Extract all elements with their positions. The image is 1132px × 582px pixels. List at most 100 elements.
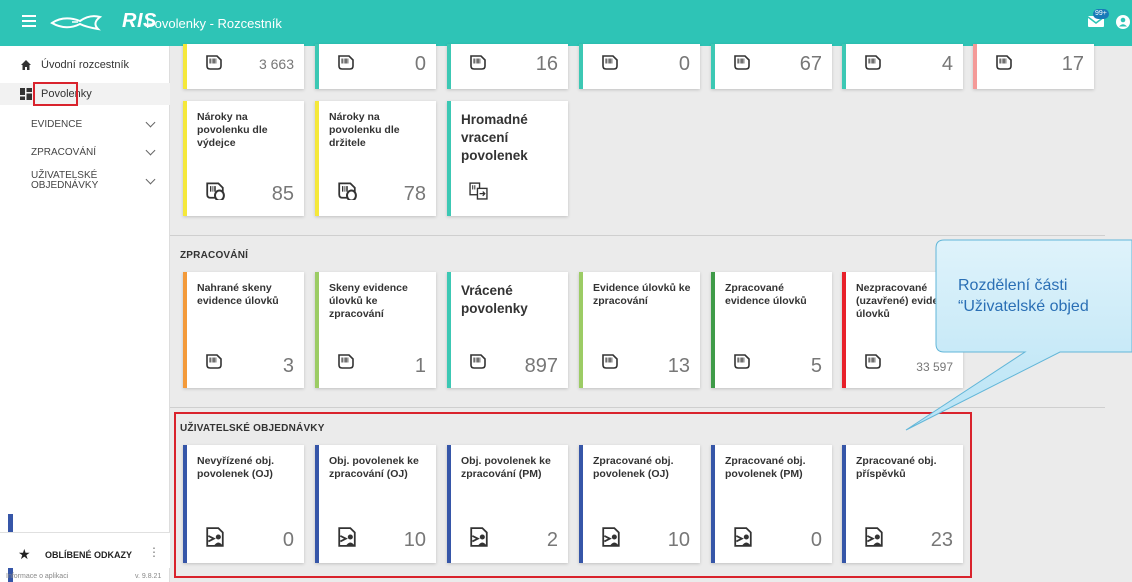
- ticket-icon: [734, 354, 750, 369]
- order-icon: [865, 527, 883, 547]
- dashboard-card[interactable]: 0: [315, 44, 436, 89]
- dashboard-card[interactable]: Vrácené povolenky 897: [447, 272, 568, 388]
- dashboard-card[interactable]: Zpracované obj. povolenek (PM) 0: [711, 445, 832, 563]
- card-title: Nezpracované (uzavřené) evide úlovků: [856, 282, 939, 320]
- card-title: Obj. povolenek ke zpracování (OJ): [329, 455, 419, 480]
- ticket-icon: [734, 55, 750, 70]
- card-title: Zpracované obj. povolenek (PM): [725, 455, 806, 480]
- dashboard-card[interactable]: 4: [842, 44, 963, 89]
- dashboard-card[interactable]: 0: [579, 44, 700, 89]
- dashboard-card[interactable]: Nevyřízené obj. povolenek (OJ) 0: [183, 445, 304, 563]
- card-title: Nevyřízené obj. povolenek (OJ): [197, 455, 275, 480]
- sidebar-group-zpracovani[interactable]: ZPRACOVÁNÍ: [31, 148, 96, 158]
- section-divider: [170, 235, 1105, 236]
- ticket-return-icon: [469, 182, 488, 200]
- card-value: 4: [941, 53, 953, 75]
- card-title: Zpracované evidence úlovků: [725, 282, 807, 307]
- dashboard-card[interactable]: 3 663: [183, 44, 304, 89]
- dashboard-card[interactable]: Nároky na povolenku dle výdejce 85: [183, 101, 304, 216]
- callout-text: Rozdělení části “Uživatelské objed: [958, 275, 1089, 317]
- section-title: UŽIVATELSKÉ OBJEDNÁVKY: [180, 423, 325, 434]
- dashboard-icon: [20, 88, 32, 100]
- card-value: 2: [546, 529, 558, 551]
- chevron-down-icon[interactable]: [145, 145, 156, 156]
- card-value: 1: [414, 355, 426, 377]
- card-value: 85: [271, 183, 294, 205]
- card-value: 3: [282, 355, 294, 377]
- dashboard-card[interactable]: Obj. povolenek ke zpracování (OJ) 10: [315, 445, 436, 563]
- app-title: Povolenky - Rozcestník: [146, 16, 282, 31]
- card-value: 16: [535, 53, 558, 75]
- card-value: 13: [667, 355, 690, 377]
- ticket-icon: [996, 55, 1012, 70]
- dashboard-card[interactable]: Nezpracované (uzavřené) evide úlovků 33 …: [842, 272, 963, 388]
- card-title: Vrácené povolenky: [461, 283, 528, 316]
- ticket-count-icon: [338, 182, 357, 200]
- card-title: Nároky na povolenku dle výdejce: [197, 111, 268, 149]
- dashboard-card[interactable]: 17: [973, 44, 1094, 89]
- callout-line: “Uživatelské objed: [958, 298, 1089, 315]
- order-icon: [602, 527, 620, 547]
- card-value: 0: [678, 53, 690, 75]
- card-value: 897: [524, 355, 558, 377]
- group-label: ZPRACOVÁNÍ: [31, 147, 97, 158]
- dashboard-card[interactable]: Evidence úlovků ke zpracování 13: [579, 272, 700, 388]
- ticket-icon: [602, 55, 618, 70]
- ticket-icon: [338, 55, 354, 70]
- sidebar-item-label: Úvodní rozcestník: [41, 59, 130, 71]
- ticket-count-icon: [206, 182, 225, 200]
- card-value: 23: [930, 529, 953, 551]
- ticket-icon: [470, 55, 486, 70]
- ticket-icon: [338, 354, 354, 369]
- user-icon[interactable]: [1116, 15, 1130, 29]
- sidebar-footer: Informace o aplikaci v. 9.8.21: [0, 573, 170, 582]
- menu-icon[interactable]: [22, 15, 36, 27]
- sidebar-group-objednavky[interactable]: UŽIVATELSKÉ OBJEDNÁVKY: [31, 171, 98, 191]
- card-value: 67: [799, 53, 822, 75]
- more-options-icon[interactable]: ⋮: [148, 545, 160, 559]
- card-title: Evidence úlovků ke zpracování: [593, 282, 691, 307]
- card-value: 0: [414, 53, 426, 75]
- app-info-link[interactable]: Informace o aplikaci: [6, 573, 68, 580]
- dashboard-card[interactable]: Zpracované evidence úlovků 5: [711, 272, 832, 388]
- card-value: 3 663: [258, 56, 294, 72]
- dashboard-card[interactable]: 67: [711, 44, 832, 89]
- dashboard-card[interactable]: Obj. povolenek ke zpracování (PM) 2: [447, 445, 568, 563]
- card-title: Zpracované obj. příspěvků: [856, 455, 937, 480]
- card-title: Obj. povolenek ke zpracování (PM): [461, 455, 551, 480]
- card-value: 0: [810, 529, 822, 551]
- card-value: 10: [403, 529, 426, 551]
- dashboard-card[interactable]: Nahrané skeny evidence úlovků 3: [183, 272, 304, 388]
- sidebar-item-povolenky[interactable]: Povolenky: [0, 83, 170, 105]
- fish-logo-icon: [50, 14, 103, 30]
- card-title: Nahrané skeny evidence úlovků: [197, 282, 279, 307]
- top-bar: RIS Povolenky - Rozcestník 99+: [0, 0, 1132, 46]
- group-label: OBJEDNÁVKY: [31, 180, 99, 191]
- chevron-down-icon[interactable]: [145, 174, 156, 185]
- order-icon: [206, 527, 224, 547]
- sidebar-item-home[interactable]: Úvodní rozcestník: [0, 54, 170, 76]
- dashboard-card[interactable]: Zpracované obj. příspěvků 23: [842, 445, 963, 563]
- ticket-icon: [206, 55, 222, 70]
- order-icon: [734, 527, 752, 547]
- card-title: Nároky na povolenku dle držitele: [329, 111, 400, 149]
- card-value: 33 597: [916, 360, 953, 374]
- sidebar-group-evidence[interactable]: EVIDENCE: [31, 120, 82, 130]
- version-text: v. 9.8.21: [135, 573, 162, 580]
- dashboard-card[interactable]: Nároky na povolenku dle držitele 78: [315, 101, 436, 216]
- dashboard-card[interactable]: 16: [447, 44, 568, 89]
- chevron-down-icon[interactable]: [145, 117, 156, 128]
- card-value: 0: [282, 529, 294, 551]
- ticket-icon: [865, 354, 881, 369]
- section-divider: [170, 407, 1105, 408]
- card-value: 5: [810, 355, 822, 377]
- favorites-bar[interactable]: ★ OBLÍBENÉ ODKAZY ⋮: [0, 532, 170, 568]
- card-title: Skeny evidence úlovků ke zpracování: [329, 282, 408, 320]
- app-logo[interactable]: RIS: [50, 10, 157, 33]
- dashboard-card[interactable]: Zpracované obj. povolenek (OJ) 10: [579, 445, 700, 563]
- dashboard-card[interactable]: Hromadné vracení povolenek: [447, 101, 568, 216]
- ticket-icon: [602, 354, 618, 369]
- dashboard-card[interactable]: Skeny evidence úlovků ke zpracování 1: [315, 272, 436, 388]
- home-icon: [21, 60, 31, 70]
- card-value: 10: [667, 529, 690, 551]
